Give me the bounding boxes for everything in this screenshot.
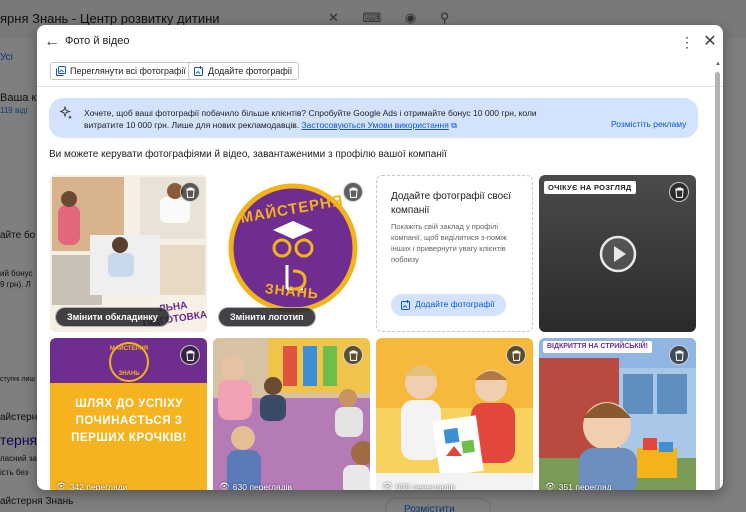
eye-icon: 👁 [382, 481, 393, 490]
header-divider [37, 86, 723, 87]
add-photos-card: Додайте фотографії своєї компанії Покажі… [376, 175, 533, 332]
photo-views: 👁 351 перегляд [545, 481, 612, 490]
back-arrow-icon[interactable]: ← [43, 33, 61, 51]
eye-icon: 👁 [219, 481, 230, 490]
dialog-scrollbar[interactable]: ▲ [714, 61, 722, 490]
add-photos-card-label: Додайте фотографії [415, 299, 495, 309]
photo-views: 👁 342 перегляди [56, 481, 127, 490]
poster-brand-bottom: ЗНАНЬ [118, 371, 140, 377]
photo-tile-opening[interactable]: ВІДКРИТТЯ НА СТРИЙСЬКІЙ! 👁 351 перегляд [539, 338, 696, 490]
add-photos-toolbar-label: Додайте фотографії [208, 66, 293, 76]
add-photos-heading: Додайте фотографії своєї компанії [391, 191, 512, 216]
play-icon[interactable] [599, 235, 637, 273]
view-all-photos-label: Переглянути всі фотографії [70, 66, 186, 76]
logo-tile[interactable]: МАЙСТЕРНЯ ЗНАНЬ Змінити логотип [213, 175, 370, 332]
place-ad-link[interactable]: Розмістіть рекламу [611, 119, 686, 129]
views-count: 630 переглядів [232, 481, 292, 491]
delete-photo-trash-icon[interactable] [343, 345, 363, 365]
view-all-photos-button[interactable]: Переглянути всі фотографії [50, 62, 193, 80]
cover-photo-tile[interactable]: ЛЬНА ПІДГОТОВКА Змінити обкладинку [50, 175, 207, 332]
pending-video-tile[interactable]: ОЧІКУЄ НА РОЗГЛЯД [539, 175, 696, 332]
sparkle-icon [60, 106, 73, 120]
photo-views: 👁 638 переглядів [382, 481, 455, 490]
photo-views: 👁 630 переглядів [219, 481, 292, 490]
eye-icon: 👁 [56, 481, 67, 490]
change-logo-button[interactable]: Змінити логотип [218, 307, 316, 327]
delete-photo-trash-icon[interactable] [180, 345, 200, 365]
poster-slogan: ШЛЯХ ДО УСПІХУ ПОЧИНАЄТЬСЯ З ПЕРШИХ КРОЧ… [71, 398, 187, 444]
photo-tile-poster[interactable]: МАЙСТЕРНЯ ЗНАНЬ ШЛЯХ ДО УСПІХУ ПОЧИНАЄТЬ… [50, 338, 207, 490]
photo-tile-kids-drawing[interactable]: 👁 638 переглядів [376, 338, 533, 490]
delete-photo-trash-icon[interactable] [506, 345, 526, 365]
add-photo-icon [194, 66, 203, 76]
poster-brand-top: МАЙСТЕРНЯ [109, 346, 149, 352]
delete-photo-trash-icon[interactable] [669, 345, 689, 365]
delete-logo-trash-icon[interactable] [343, 182, 363, 202]
add-photos-card-button[interactable]: Додайте фотографії [391, 294, 506, 316]
opening-banner-text: ВІДКРИТТЯ НА СТРИЙСЬКІЙ! [543, 341, 653, 353]
manage-subtitle: Ви можете керувати фотографіями й відео,… [49, 149, 447, 160]
scroll-up-arrow-icon[interactable]: ▲ [715, 61, 721, 67]
views-count: 351 перегляд [558, 481, 612, 491]
views-count: 638 переглядів [395, 481, 455, 491]
add-photos-toolbar-button[interactable]: Додайте фотографії [188, 62, 300, 80]
views-count: 342 перегляди [69, 481, 128, 491]
ads-promo-banner: Хочете, щоб ваші фотографії побачило біл… [49, 98, 698, 138]
add-photos-description: Покажіть свій заклад у профілі компанії,… [391, 222, 507, 264]
change-cover-button[interactable]: Змінити обкладинку [55, 307, 170, 327]
pending-review-badge: ОЧІКУЄ НА РОЗГЛЯД [544, 181, 636, 194]
photos-videos-dialog: ← Фото й відео ⋮ ✕ Переглянути всі фотог… [37, 25, 723, 490]
delete-cover-trash-icon[interactable] [180, 182, 200, 202]
scrollbar-thumb[interactable] [715, 72, 720, 490]
delete-video-trash-icon[interactable] [669, 182, 689, 202]
photo-tile-kids-table[interactable]: 👁 630 переглядів [213, 338, 370, 490]
banner-text: Хочете, щоб ваші фотографії побачило біл… [84, 107, 554, 132]
close-icon[interactable]: ✕ [701, 33, 719, 51]
eye-icon: 👁 [545, 481, 556, 490]
photo-library-icon [56, 66, 66, 76]
more-options-icon[interactable]: ⋮ [680, 33, 694, 51]
dialog-header: ← Фото й відео ⋮ ✕ [37, 25, 723, 59]
terms-link[interactable]: Застосовуються Умови використання [302, 120, 449, 130]
add-photo-icon [401, 300, 410, 310]
dialog-title: Фото й відео [65, 35, 130, 47]
external-link-icon: ⧉ [451, 121, 457, 130]
